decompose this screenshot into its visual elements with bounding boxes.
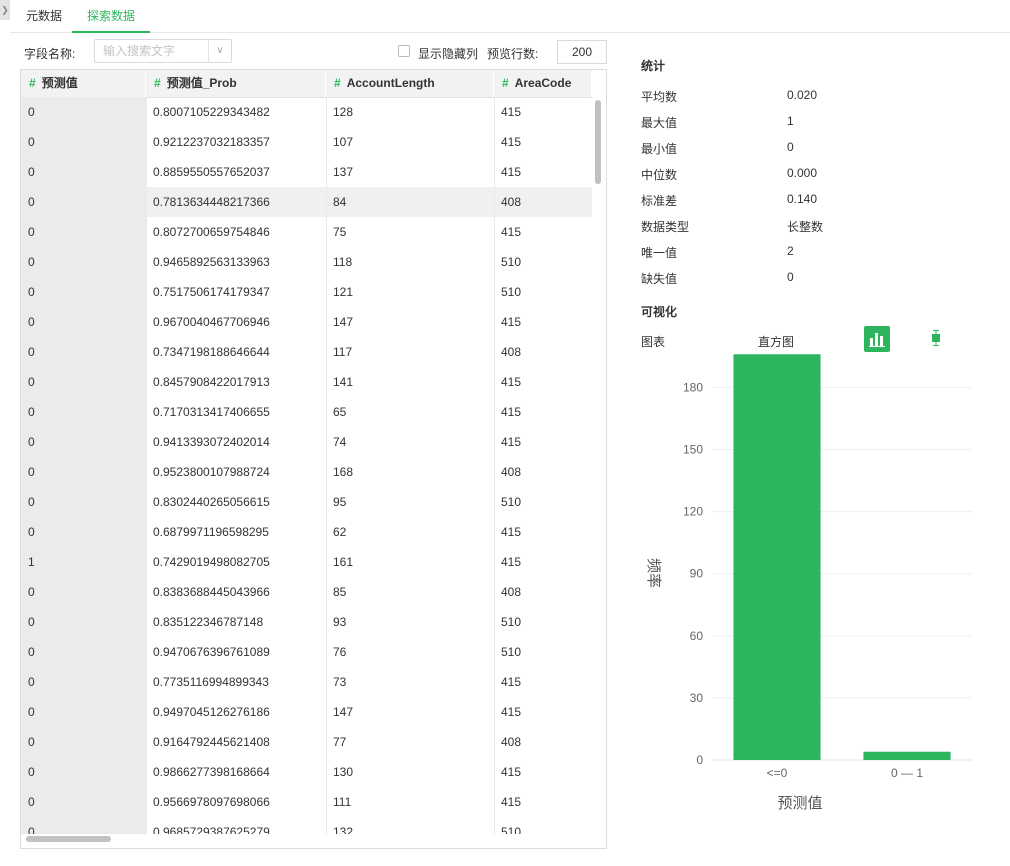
x-tick-label: <=0: [767, 766, 788, 780]
x-axis-title: 预测值: [777, 795, 822, 812]
y-tick-label: 90: [690, 567, 704, 581]
y-tick-label: 150: [683, 443, 703, 457]
y-tick-label: 120: [683, 505, 703, 519]
y-tick-label: 30: [690, 691, 704, 705]
histogram-bar: [863, 751, 951, 760]
y-axis-title: 频率: [645, 558, 662, 588]
histogram-chart: 0 30 60 90 120 150 180 <=0 0 — 1 预测值 频率: [645, 354, 972, 812]
y-tick-label: 0: [696, 753, 703, 767]
y-tick-label: 60: [690, 629, 704, 643]
histogram-bar: [733, 354, 821, 760]
y-tick-label: 180: [683, 380, 703, 394]
x-tick-label: 0 — 1: [891, 766, 923, 780]
